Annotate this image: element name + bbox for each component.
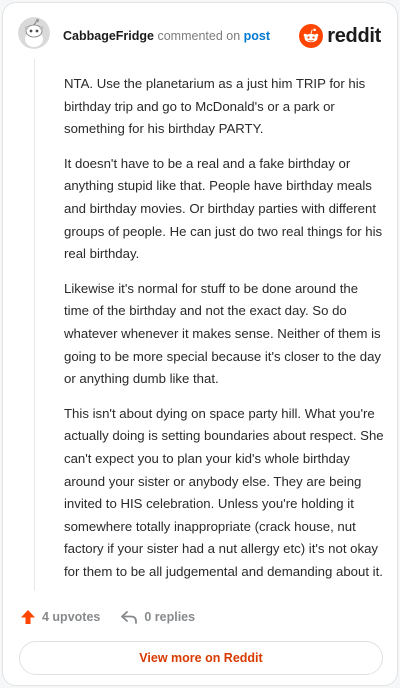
comment-paragraph: It doesn't have to be a real and a fake … [64,155,383,262]
username-link[interactable]: CabbageFridge [63,29,154,43]
upvote-arrow-icon [21,610,35,624]
comment-paragraph: Likewise it's normal for stuff to be don… [64,280,382,387]
snoo-avatar-icon[interactable] [18,17,50,49]
reddit-brand-link[interactable]: reddit [299,23,381,49]
comment-footer: 4 upvotes 0 replies [20,605,195,629]
embedded-comment-card: CabbageFridge commented on post reddit N… [2,2,398,686]
reply-arrow-icon [121,611,138,624]
upvotes-item[interactable]: 4 upvotes [20,609,100,625]
replies-count: 0 replies [144,610,196,624]
commented-on-text: commented on [157,29,241,43]
reddit-logo-icon [299,24,324,48]
replies-item[interactable]: 0 replies [120,609,195,625]
comment-paragraph: NTA. Use the planetarium as a just him T… [64,76,366,137]
comment-meta: CabbageFridge commented on post [63,28,270,44]
comment-header: CabbageFridge commented on post reddit [3,3,397,63]
comment-paragraph: This isn't about dying on space party hi… [64,405,384,579]
upvotes-count: 4 upvotes [42,610,101,624]
view-more-button[interactable]: View more on Reddit [19,641,383,675]
post-link[interactable]: post [244,29,270,43]
thread-line [34,59,35,591]
comment-body: NTA. Use the planetarium as a just him T… [64,73,384,595]
reddit-wordmark: reddit [327,24,381,47]
